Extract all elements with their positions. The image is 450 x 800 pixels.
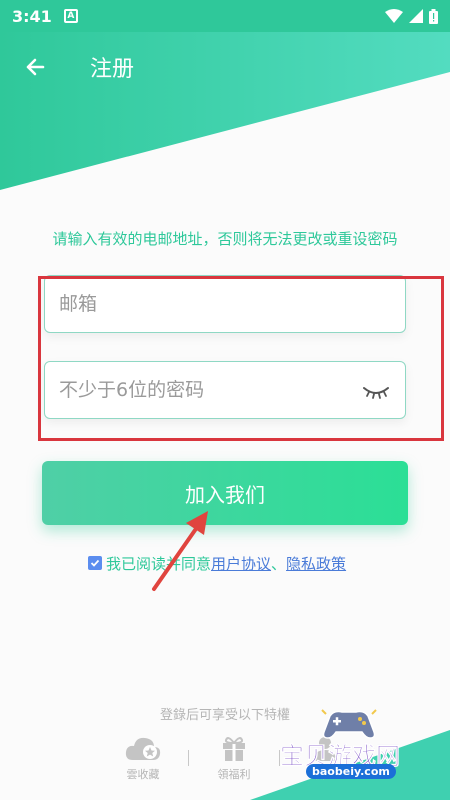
wifi-icon <box>385 9 403 23</box>
password-input[interactable] <box>59 379 361 401</box>
perk-divider <box>188 750 189 766</box>
cloud-star-icon <box>125 737 161 760</box>
battery-icon <box>429 8 438 24</box>
gamepad-icon <box>321 709 377 739</box>
eye-closed-icon[interactable] <box>361 380 391 400</box>
agreement-separator: 、 <box>271 554 287 573</box>
email-field[interactable] <box>44 275 406 333</box>
email-notice: 请输入有效的电邮地址，否则将无法更改或重设密码 <box>52 230 398 248</box>
page-title: 注册 <box>90 57 135 82</box>
back-button[interactable] <box>0 32 70 102</box>
status-time: 3:41 <box>12 6 52 26</box>
status-icons <box>385 8 438 24</box>
agreement-checkbox[interactable] <box>88 556 102 570</box>
app-bar: 注册 <box>0 32 450 102</box>
agreement-row: 我已阅读并同意 用户协议 、 隐私政策 <box>88 552 346 574</box>
agreement-text: 我已阅读并同意 <box>106 554 212 573</box>
signal-icon <box>409 9 423 23</box>
user-agreement-link[interactable]: 用户协议 <box>211 553 271 574</box>
perk-label: 雲收藏 <box>126 768 160 781</box>
watermark: 宝贝游戏网 baobeiy.com <box>276 706 442 784</box>
arrow-left-icon <box>26 58 45 76</box>
checkmark-icon <box>90 559 100 567</box>
perk-cloud-favorites: 雲收藏 <box>112 734 174 782</box>
watermark-url: baobeiy.com <box>306 764 396 779</box>
join-button[interactable]: 加入我们 <box>42 461 408 525</box>
gift-icon <box>223 737 245 761</box>
app-notification-icon: A <box>63 9 78 23</box>
password-field[interactable] <box>44 361 406 419</box>
status-bar: 3:41 A <box>0 0 450 32</box>
perk-label: 領福利 <box>217 768 251 781</box>
perk-welfare: 領福利 <box>203 734 265 782</box>
privacy-policy-link[interactable]: 隐私政策 <box>286 553 346 574</box>
email-input[interactable] <box>59 293 391 315</box>
